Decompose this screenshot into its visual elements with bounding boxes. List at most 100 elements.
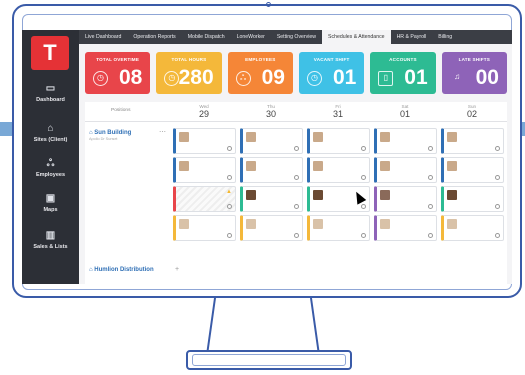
tab-live-dashboard[interactable]: Live Dashboard <box>79 30 127 44</box>
avatar <box>246 219 256 229</box>
tab-schedules-attendance[interactable]: Schedules & Attendance <box>322 30 391 44</box>
shift-card[interactable] <box>307 215 370 241</box>
site-name: Sun Building <box>94 130 132 136</box>
sidebar-item-sales[interactable]: ▥ Sales & Lists <box>22 230 79 250</box>
site-subtitle: Apollo Dr Sunset <box>89 137 118 141</box>
tile-value: 280 <box>178 66 214 89</box>
camera-icon <box>266 2 271 7</box>
shift-card[interactable] <box>307 157 370 183</box>
monitor-icon: ▭ <box>45 83 56 94</box>
sidebar-item-dashboard[interactable]: ▭ Dashboard <box>22 83 79 103</box>
tab-hr-payroll[interactable]: HR & Payroll <box>391 30 433 44</box>
avatar <box>380 190 390 200</box>
avatar <box>447 161 457 171</box>
tab-loneworker[interactable]: LoneWorker <box>231 30 271 44</box>
clock-icon: ◷ <box>306 71 322 86</box>
tile-title: TOTAL OVERTIME <box>96 57 140 62</box>
more-options-icon[interactable]: ⋯ <box>159 128 166 136</box>
sidebar-item-label: Dashboard <box>36 97 65 103</box>
shift-card[interactable] <box>240 157 303 183</box>
lock-icon <box>495 175 500 180</box>
shift-card[interactable] <box>240 215 303 241</box>
shift-card[interactable] <box>173 128 236 154</box>
tile-late-shifts[interactable]: LATE SHIFTS ♫ 00 <box>441 52 507 94</box>
status-icon <box>227 175 232 180</box>
tile-title: LATE SHIFTS <box>458 57 491 62</box>
status-icon <box>294 204 299 209</box>
bell-icon: ♫ <box>454 72 461 81</box>
lock-icon <box>428 146 433 151</box>
sidebar-item-label: Employees <box>35 172 66 178</box>
shift-card[interactable] <box>374 157 437 183</box>
day-date: 01 <box>399 109 410 119</box>
status-icon <box>361 204 366 209</box>
avatar <box>179 161 189 171</box>
day-date: 29 <box>198 109 209 119</box>
clock-icon: ◷ <box>164 71 180 86</box>
tile-value: 00 <box>475 66 499 89</box>
tile-employees[interactable]: EMPLOYEES ஃ 09 <box>227 52 293 94</box>
status-icon <box>294 175 299 180</box>
sidebar-item-employees[interactable]: ஃ Employees <box>22 158 79 178</box>
site-humlion-distribution[interactable]: ⌂ Humlion Distribution <box>89 267 154 273</box>
avatar <box>313 190 323 200</box>
clock-icon: ◷ <box>93 71 108 86</box>
sidebar-item-maps[interactable]: ▣ Maps <box>22 193 79 213</box>
lock-icon <box>428 204 433 209</box>
day-header-sat: Sat 01 <box>372 104 438 119</box>
tile-title: VACANT SHIFT <box>313 57 350 62</box>
shift-card[interactable] <box>173 157 236 183</box>
shift-card[interactable] <box>307 128 370 154</box>
lock-icon <box>495 146 500 151</box>
tile-accounts[interactable]: ACCOUNTS ▯ 01 <box>370 52 436 94</box>
avatar <box>380 161 390 171</box>
tab-billing[interactable]: Billing <box>432 30 458 44</box>
tile-total-hours[interactable]: TOTAL HOURS ◷ 280 <box>156 52 222 94</box>
sidebar-item-sites[interactable]: ⌂ Sites (Client) <box>22 123 79 143</box>
tile-total-overtime[interactable]: TOTAL OVERTIME ◷ 08 <box>85 52 151 94</box>
tab-setting-overview[interactable]: Setting Overview <box>271 30 322 44</box>
shift-card[interactable] <box>240 186 303 212</box>
day-header-wed: Wed 29 <box>171 104 237 119</box>
schedule-grid: ⌂ Sun Building Apollo Dr Sunset ⋯ ⌂ Huml… <box>85 122 507 284</box>
shift-card[interactable] <box>374 215 437 241</box>
tab-operation-reports[interactable]: Operation Reports <box>127 30 181 44</box>
chart-icon: ▥ <box>45 230 56 241</box>
avatar <box>447 190 457 200</box>
site-sun-building[interactable]: ⌂ Sun Building Apollo Dr Sunset <box>89 130 131 141</box>
tab-mobile-dispatch[interactable]: Mobile Dispatch <box>182 30 231 44</box>
shift-card[interactable] <box>441 157 504 183</box>
shift-card[interactable] <box>173 215 236 241</box>
add-icon[interactable]: + <box>175 266 179 273</box>
avatar <box>447 132 457 142</box>
tile-vacant-shift[interactable]: VACANT SHIFT ◷ 01 <box>298 52 365 94</box>
shift-card[interactable] <box>441 215 504 241</box>
lock-icon <box>495 233 500 238</box>
top-navigation: Live Dashboard Operation Reports Mobile … <box>79 30 512 44</box>
avatar <box>179 132 189 142</box>
tile-value: 01 <box>332 66 357 89</box>
employees-icon: ஃ <box>46 158 55 169</box>
positions-column-header: Positions <box>111 108 131 113</box>
shift-card[interactable] <box>441 128 504 154</box>
stand-leg-left <box>206 298 216 352</box>
shift-card[interactable] <box>441 186 504 212</box>
avatar <box>313 219 323 229</box>
shift-card[interactable] <box>374 186 437 212</box>
app-logo[interactable]: T <box>31 36 69 70</box>
shift-card[interactable] <box>374 128 437 154</box>
lock-icon <box>495 204 500 209</box>
tile-title: EMPLOYEES <box>245 57 276 62</box>
warning-icon: ▲ <box>226 189 232 195</box>
book-icon: ▯ <box>378 71 394 86</box>
status-icon <box>361 233 366 238</box>
stand-base-inner <box>192 354 346 366</box>
avatar <box>179 219 189 229</box>
tile-title: ACCOUNTS <box>389 57 417 62</box>
avatar <box>380 219 390 229</box>
app-screen: T ▭ Dashboard ⌂ Sites (Client) ஃ Employe… <box>22 30 512 284</box>
shift-card[interactable] <box>240 128 303 154</box>
vacant-shift-card[interactable]: ▲ <box>173 186 236 212</box>
day-date: 31 <box>332 109 343 119</box>
sidebar: T ▭ Dashboard ⌂ Sites (Client) ஃ Employe… <box>22 30 79 284</box>
